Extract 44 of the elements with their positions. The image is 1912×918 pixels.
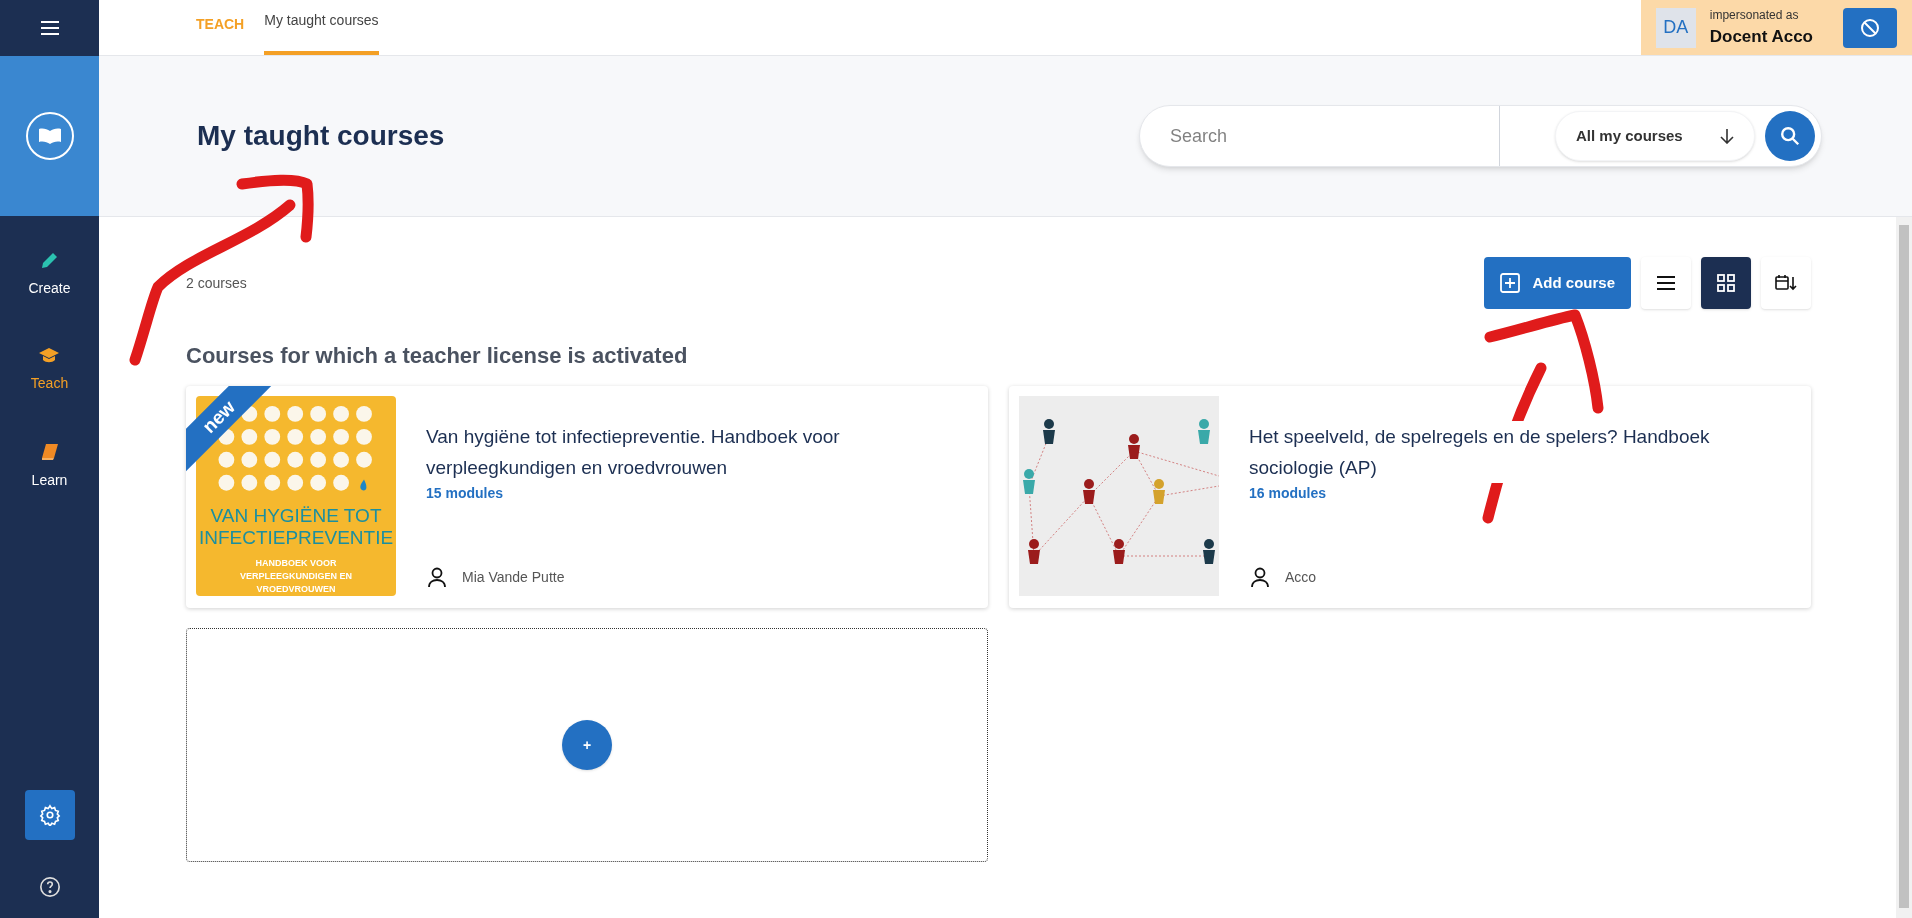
page-title: My taught courses [197,119,445,153]
settings-button[interactable] [24,790,75,840]
block-icon [1860,17,1880,38]
view-toggle-button[interactable] [1701,257,1751,309]
search-field[interactable]: Search All my courses [1139,105,1822,167]
search-button[interactable] [1765,111,1815,161]
sidebar-item[interactable]: Create [20,246,79,303]
module-count: 15 modules [426,484,505,503]
impersonated-user-name: Docent Acco [1709,25,1813,48]
course-card[interactable]: Het speelveld, de spelregels en de spelers? Handboek sociologie (AP) 16 modules Acco [1009,386,1811,608]
add-course-button[interactable]: Add course [1484,257,1631,309]
course-card[interactable]: VAN HYGIËNE TOT INFECTIEPREVENTIE HANDBOEK VOOR VERPLEEGKUNDIGEN EN VROEDVROUWEN new Van hygiëne tot infectiepreventie. Handboek voor verpleegkundigen en vroedvrouwen 15 modules Mia Vande Putte [186,386,988,608]
author-name: Mia Vande Putte [462,567,565,587]
down-arrow-icon [1720,128,1734,144]
add-button[interactable]: + [562,720,612,770]
calendar-sort-icon [1775,274,1797,292]
person-icon [1249,566,1271,588]
module-count: 16 modules [1249,484,1328,503]
sidebar-item[interactable]: Teach [22,343,77,398]
cover-subtitle: HANDBOEK VOOR VERPLEEGKUNDIGEN EN VROEDVROUWEN [239,557,353,596]
view-toggle-button[interactable] [1761,257,1811,309]
impersonation-caption: impersonated as [1709,6,1800,24]
pencil-icon [39,250,60,270]
scrollbar[interactable] [1896,217,1912,918]
list-view-icon [1656,275,1676,291]
help-icon[interactable] [38,876,61,898]
avatar-initials: DA [1655,7,1696,48]
menu-icon[interactable] [39,20,60,36]
sidebar-item[interactable]: Learn [23,438,76,495]
grid-view-icon [1716,273,1736,293]
book-icon [39,442,60,462]
view-toggle-button[interactable] [1641,257,1691,309]
search-icon [1779,125,1801,147]
author-name: Acco [1285,567,1317,587]
course-filter-dropdown[interactable]: All my courses [1555,111,1755,161]
book-logo-icon[interactable] [24,111,75,161]
person-icon [426,566,448,588]
cover-title: VAN HYGIËNE TOT INFECTIEPREVENTIE [197,505,395,549]
section-heading: Courses for which a teacher license is activated [186,342,689,370]
stop-impersonation-button[interactable] [1843,7,1897,48]
settings-icon [38,804,61,826]
graduation-cap-icon [38,347,61,365]
plus-square-icon [1500,273,1521,293]
course-count: 2 courses [186,273,247,293]
